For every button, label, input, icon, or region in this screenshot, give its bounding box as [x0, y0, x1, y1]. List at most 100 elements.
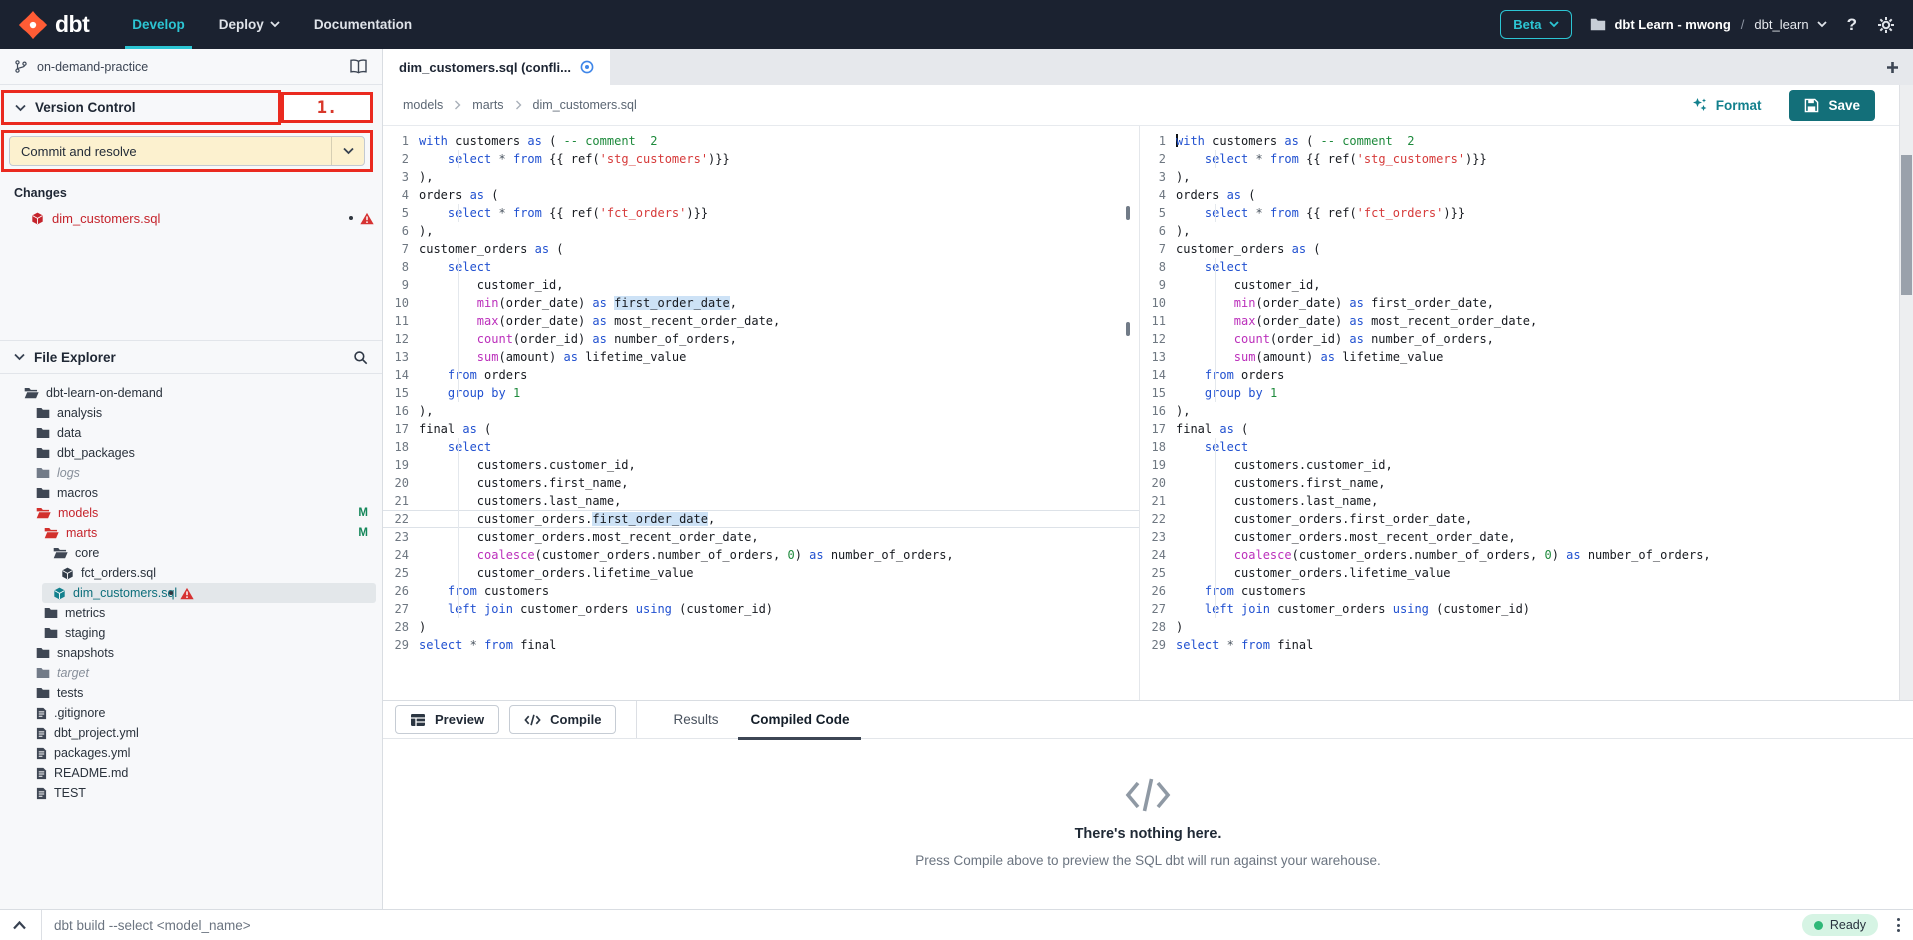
dbt-command-input[interactable] — [54, 918, 1802, 933]
scrollbar-mark[interactable] — [1126, 206, 1130, 220]
scrollbar-mark[interactable] — [1126, 322, 1130, 336]
code-line-15[interactable]: 15 group by 1 — [1140, 384, 1913, 402]
code-line-17[interactable]: 17final as ( — [383, 420, 1139, 438]
code-line-26[interactable]: 26 from customers — [1140, 582, 1913, 600]
tree-item-analysis[interactable]: analysis — [0, 403, 382, 423]
code-line-11[interactable]: 11 max(order_date) as most_recent_order_… — [1140, 312, 1913, 330]
tree-item-dbt-learn-on-demand[interactable]: dbt-learn-on-demand — [0, 383, 382, 403]
code-line-28[interactable]: 28) — [1140, 618, 1913, 636]
code-line-14[interactable]: 14 from orders — [383, 366, 1139, 384]
tree-item-packages.yml[interactable]: packages.yml — [0, 743, 382, 763]
new-tab-button[interactable] — [1871, 49, 1913, 85]
code-line-8[interactable]: 8 select — [1140, 258, 1913, 276]
code-line-16[interactable]: 16), — [383, 402, 1139, 420]
code-line-18[interactable]: 18 select — [1140, 438, 1913, 456]
code-line-20[interactable]: 20 customers.first_name, — [383, 474, 1139, 492]
tree-item-staging[interactable]: staging — [0, 623, 382, 643]
code-line-22[interactable]: 22 customer_orders.first_order_date, — [1140, 510, 1913, 528]
tree-item-logs[interactable]: logs — [0, 463, 382, 483]
code-editor-left[interactable]: 1with customers as ( -- comment 22 selec… — [383, 126, 1140, 700]
code-line-29[interactable]: 29select * from final — [383, 636, 1139, 654]
code-line-4[interactable]: 4orders as ( — [1140, 186, 1913, 204]
code-line-10[interactable]: 10 min(order_date) as first_order_date, — [383, 294, 1139, 312]
code-line-24[interactable]: 24 coalesce(customer_orders.number_of_or… — [1140, 546, 1913, 564]
code-line-7[interactable]: 7customer_orders as ( — [1140, 240, 1913, 258]
code-line-24[interactable]: 24 coalesce(customer_orders.number_of_or… — [383, 546, 1139, 564]
code-line-3[interactable]: 3), — [383, 168, 1139, 186]
tree-item-snapshots[interactable]: snapshots — [0, 643, 382, 663]
chevron-up-icon[interactable] — [12, 920, 27, 930]
tree-item-metrics[interactable]: metrics — [0, 603, 382, 623]
code-line-14[interactable]: 14 from orders — [1140, 366, 1913, 384]
tree-item-marts[interactable]: martsM — [0, 523, 382, 543]
compile-button[interactable]: Compile — [509, 705, 616, 734]
code-line-6[interactable]: 6), — [1140, 222, 1913, 240]
file-explorer-header[interactable]: File Explorer — [0, 341, 382, 374]
tree-item-TEST[interactable]: TEST — [0, 783, 382, 803]
beta-button[interactable]: Beta — [1500, 10, 1572, 39]
code-line-27[interactable]: 27 left join customer_orders using (cust… — [383, 600, 1139, 618]
code-line-26[interactable]: 26 from customers — [383, 582, 1139, 600]
scrollbar-thumb[interactable] — [1901, 155, 1912, 295]
tree-item-README.md[interactable]: README.md — [0, 763, 382, 783]
breadcrumb-item-dim_customers.sql[interactable]: dim_customers.sql — [533, 98, 637, 112]
code-line-28[interactable]: 28) — [383, 618, 1139, 636]
code-line-2[interactable]: 2 select * from {{ ref('stg_customers')}… — [1140, 150, 1913, 168]
tree-item-dbt_project.yml[interactable]: dbt_project.yml — [0, 723, 382, 743]
nav-develop[interactable]: Develop — [115, 0, 202, 49]
code-line-29[interactable]: 29select * from final — [1140, 636, 1913, 654]
code-editor-right[interactable]: 1with customers as ( -- comment 22 selec… — [1140, 126, 1913, 700]
code-line-19[interactable]: 19 customers.customer_id, — [383, 456, 1139, 474]
code-line-3[interactable]: 3), — [1140, 168, 1913, 186]
code-line-1[interactable]: 1with customers as ( -- comment 2 — [383, 132, 1139, 150]
tree-item-dbt_packages[interactable]: dbt_packages — [0, 443, 382, 463]
help-icon[interactable]: ? — [1845, 15, 1859, 35]
docs-book-icon[interactable] — [349, 59, 368, 74]
code-line-1[interactable]: 1with customers as ( -- comment 2 — [1140, 132, 1913, 150]
code-line-5[interactable]: 5 select * from {{ ref('fct_orders')}} — [1140, 204, 1913, 222]
dbt-logo[interactable]: dbt — [0, 0, 115, 49]
commit-and-resolve-button[interactable]: Commit and resolve — [9, 136, 365, 166]
code-line-11[interactable]: 11 max(order_date) as most_recent_order_… — [383, 312, 1139, 330]
code-line-7[interactable]: 7customer_orders as ( — [383, 240, 1139, 258]
code-line-5[interactable]: 5 select * from {{ ref('fct_orders')}} — [383, 204, 1139, 222]
breadcrumb-item-models[interactable]: models — [403, 98, 443, 112]
code-line-21[interactable]: 21 customers.last_name, — [1140, 492, 1913, 510]
code-line-19[interactable]: 19 customers.customer_id, — [1140, 456, 1913, 474]
nav-deploy[interactable]: Deploy — [202, 0, 297, 49]
code-line-22[interactable]: 22 customer_orders.first_order_date, — [383, 510, 1139, 528]
code-line-23[interactable]: 23 customer_orders.most_recent_order_dat… — [383, 528, 1139, 546]
code-line-23[interactable]: 23 customer_orders.most_recent_order_dat… — [1140, 528, 1913, 546]
version-control-header[interactable]: Version Control — [1, 90, 281, 125]
code-line-13[interactable]: 13 sum(amount) as lifetime_value — [383, 348, 1139, 366]
code-line-15[interactable]: 15 group by 1 — [383, 384, 1139, 402]
changed-file-dim_customers.sql[interactable]: dim_customers.sql — [0, 207, 382, 229]
tree-item-dim_customers.sql[interactable]: dim_customers.sql — [0, 583, 382, 603]
tree-item-.gitignore[interactable]: .gitignore — [0, 703, 382, 723]
tab-compiled-code[interactable]: Compiled Code — [734, 701, 865, 739]
tree-item-target[interactable]: target — [0, 663, 382, 683]
tab-results[interactable]: Results — [657, 701, 734, 739]
code-line-13[interactable]: 13 sum(amount) as lifetime_value — [1140, 348, 1913, 366]
code-line-4[interactable]: 4orders as ( — [383, 186, 1139, 204]
code-line-8[interactable]: 8 select — [383, 258, 1139, 276]
tree-item-models[interactable]: modelsM — [0, 503, 382, 523]
code-line-21[interactable]: 21 customers.last_name, — [383, 492, 1139, 510]
format-button[interactable]: Format — [1692, 97, 1762, 113]
code-line-9[interactable]: 9 customer_id, — [1140, 276, 1913, 294]
editor-tab-dim-customers[interactable]: dim_customers.sql (confli... — [383, 49, 610, 85]
breadcrumb-item-marts[interactable]: marts — [472, 98, 503, 112]
commit-options-caret[interactable] — [331, 137, 364, 165]
code-line-18[interactable]: 18 select — [383, 438, 1139, 456]
kebab-menu-icon[interactable] — [1894, 915, 1903, 935]
nav-documentation[interactable]: Documentation — [297, 0, 429, 49]
code-line-6[interactable]: 6), — [383, 222, 1139, 240]
git-branch-row[interactable]: on-demand-practice — [0, 49, 382, 85]
code-line-10[interactable]: 10 min(order_date) as first_order_date, — [1140, 294, 1913, 312]
save-button[interactable]: Save — [1789, 90, 1875, 121]
vertical-scrollbar[interactable] — [1899, 85, 1913, 700]
code-line-20[interactable]: 20 customers.first_name, — [1140, 474, 1913, 492]
tree-item-tests[interactable]: tests — [0, 683, 382, 703]
code-line-9[interactable]: 9 customer_id, — [383, 276, 1139, 294]
tree-item-macros[interactable]: macros — [0, 483, 382, 503]
